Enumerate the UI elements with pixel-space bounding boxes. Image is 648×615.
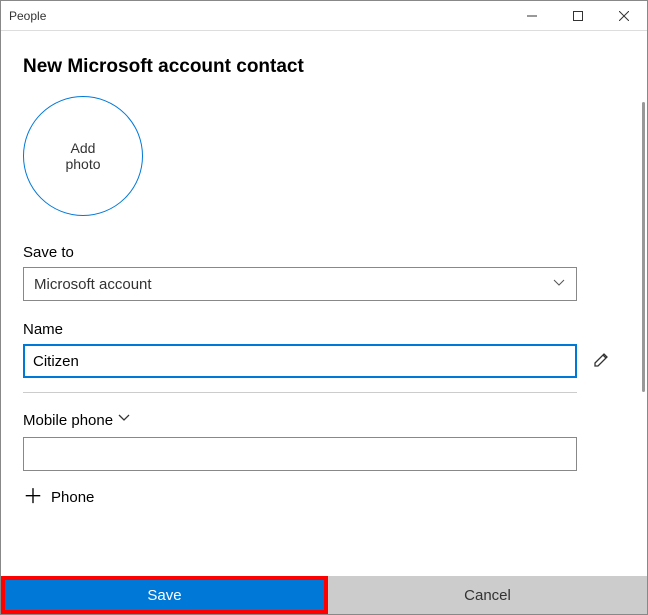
name-row (23, 344, 625, 378)
save-to-selected-value: Microsoft account (34, 276, 152, 293)
save-button[interactable]: Save (5, 580, 324, 610)
cancel-button[interactable]: Cancel (328, 576, 647, 614)
phone-type-selector[interactable]: Mobile phone (23, 411, 625, 429)
name-input[interactable] (23, 344, 577, 378)
phone-type-label: Mobile phone (23, 412, 113, 429)
plus-icon: ＋ (23, 487, 43, 507)
page-title: New Microsoft account contact (23, 56, 625, 78)
app-window: People New Microsoft account contact Add… (0, 0, 648, 615)
edit-name-button[interactable] (589, 348, 615, 374)
chevron-down-icon (117, 411, 131, 429)
window-title: People (1, 9, 509, 23)
close-button[interactable] (601, 1, 647, 31)
window-controls (509, 1, 647, 31)
add-photo-button[interactable]: Add photo (23, 96, 143, 216)
action-bar: Save Cancel (1, 576, 647, 614)
content-area: New Microsoft account contact Add photo … (1, 32, 647, 614)
mobile-phone-input[interactable] (23, 437, 577, 471)
save-button-label: Save (147, 587, 181, 604)
name-label: Name (23, 321, 625, 338)
save-to-select[interactable]: Microsoft account (23, 267, 577, 301)
minimize-button[interactable] (509, 1, 555, 31)
title-bar: People (1, 1, 647, 31)
section-divider (23, 392, 577, 393)
cancel-button-label: Cancel (464, 587, 511, 604)
pencil-icon (593, 350, 611, 373)
maximize-button[interactable] (555, 1, 601, 31)
chevron-down-icon (552, 276, 566, 294)
save-to-label: Save to (23, 244, 625, 261)
save-button-highlight: Save (1, 576, 328, 614)
add-phone-label: Phone (51, 489, 94, 506)
add-photo-label: Add photo (65, 140, 100, 172)
form-scroll: New Microsoft account contact Add photo … (1, 32, 647, 614)
add-phone-button[interactable]: ＋ Phone (23, 487, 625, 507)
scrollbar-thumb[interactable] (642, 102, 645, 392)
